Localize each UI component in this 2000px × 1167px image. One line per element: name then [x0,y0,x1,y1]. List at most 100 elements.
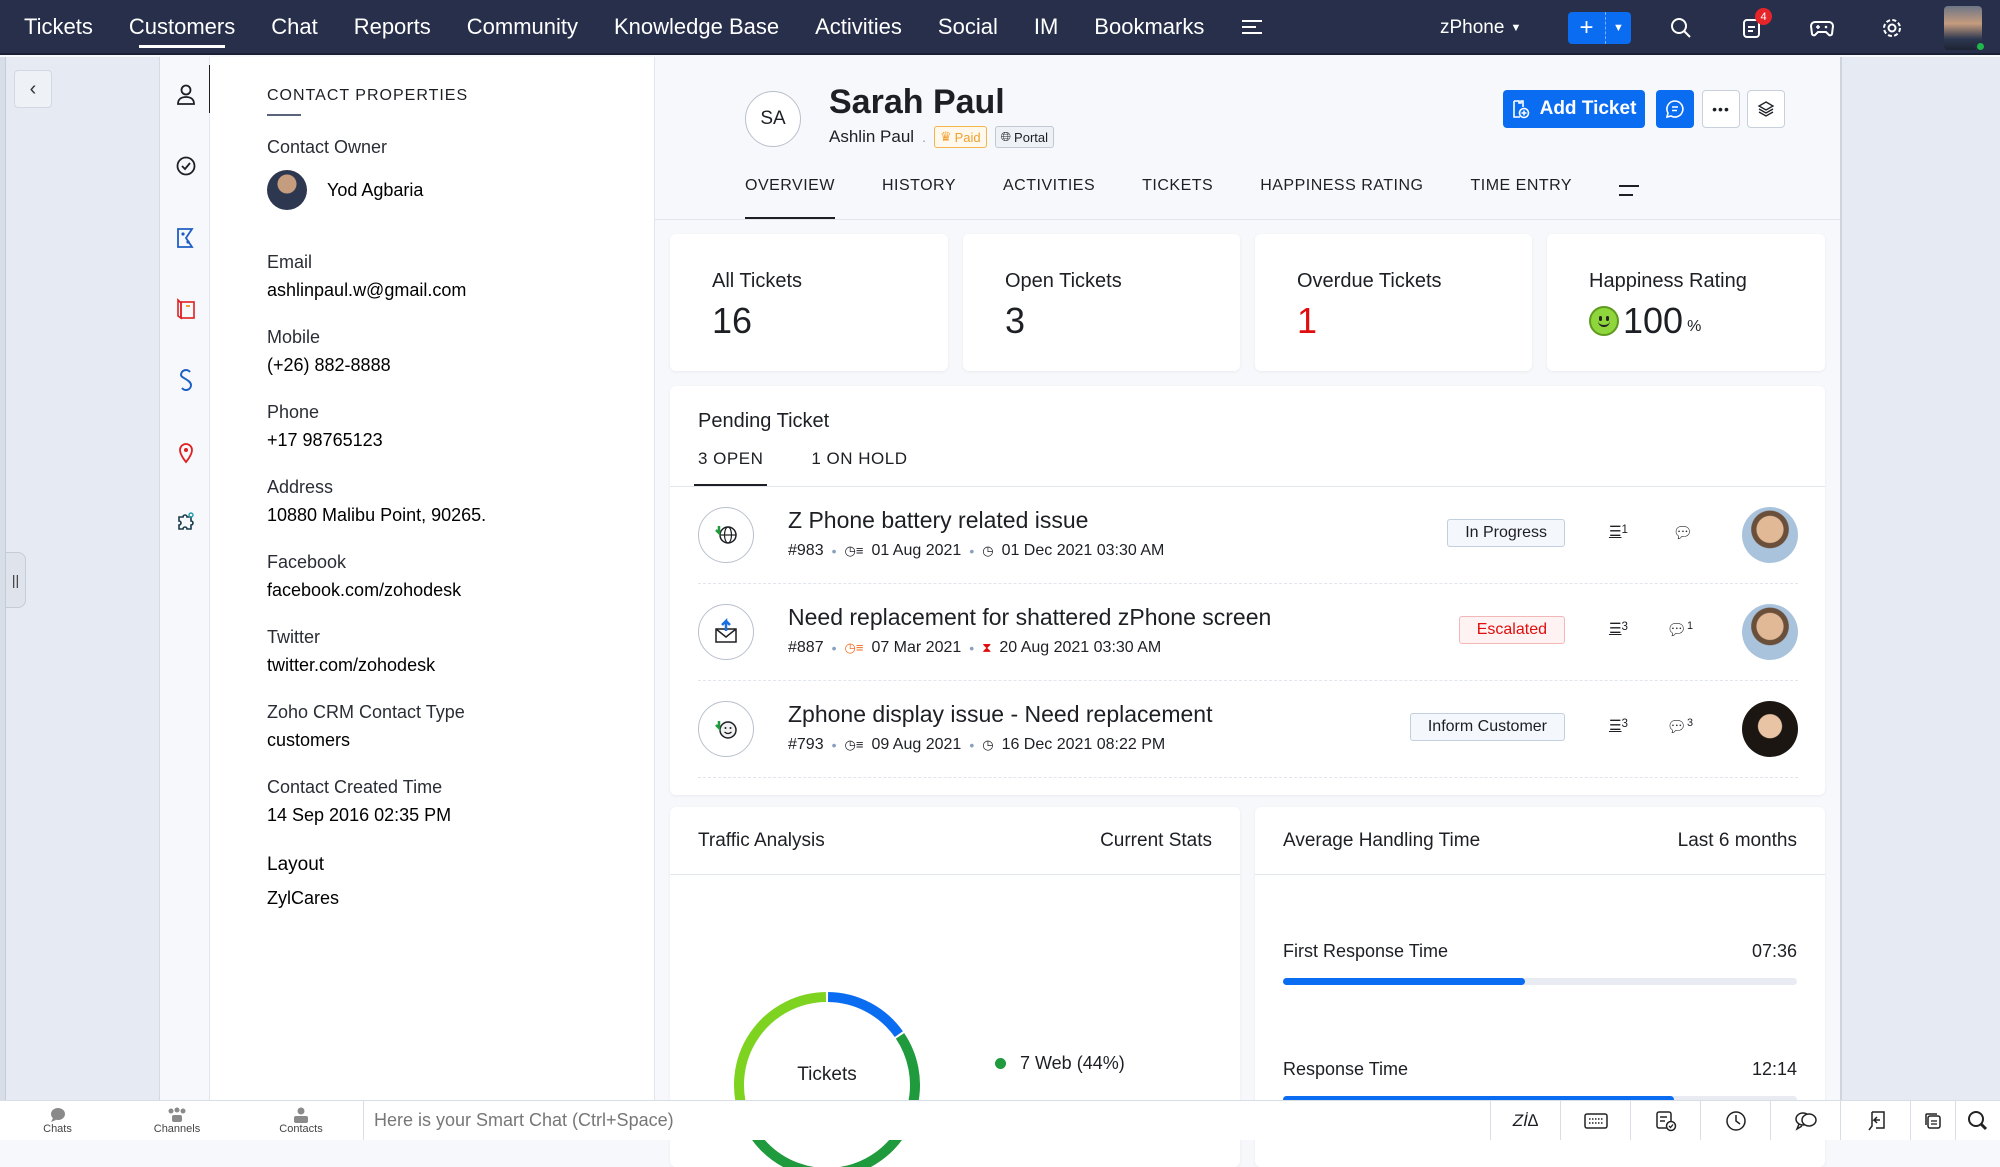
notes-stack-icon[interactable] [1910,1101,1955,1140]
location-pin-icon[interactable] [171,437,201,467]
nav-tab-chat[interactable]: Chat [253,0,335,54]
ticket-row[interactable]: Zphone display issue - Need replacement … [698,681,1798,778]
settings-icon[interactable] [1878,14,1906,42]
nav-tab-activities[interactable]: Activities [797,0,920,54]
tab-open[interactable]: 3 OPEN [693,449,768,486]
channels-button[interactable]: Channels [115,1101,239,1140]
field-value[interactable]: customers [267,730,465,751]
contacts-button[interactable]: Contacts [239,1101,363,1140]
assignee-avatar[interactable] [1742,604,1798,660]
pending-tabs: 3 OPEN 1 ON HOLD [693,449,908,486]
tasks-check-icon[interactable] [171,151,201,181]
account-name[interactable]: Ashlin Paul [829,127,914,147]
nav-tab-community[interactable]: Community [449,0,596,54]
more-tabs-menu-icon[interactable] [1619,177,1640,219]
clock-icon[interactable] [1700,1101,1770,1140]
search-icon[interactable] [1667,14,1695,42]
status-badge[interactable]: In Progress [1447,519,1565,547]
crm-integration-icon[interactable] [171,223,201,253]
conversations-icon[interactable] [1770,1101,1840,1140]
back-button[interactable]: ‹ [14,70,52,108]
department-selector[interactable]: zPhone ▼ [1440,0,1521,55]
portal-tag: 🌐︎ Portal [994,126,1055,148]
field-value[interactable]: (+26) 882-8888 [267,355,391,376]
field-value[interactable]: facebook.com/zohodesk [267,580,461,601]
field-value[interactable]: ZylCares [267,888,339,909]
due-clock-icon: ◷ [982,737,994,752]
zia-icon[interactable]: Zİ∆ [1490,1101,1560,1140]
search-icon[interactable] [1955,1101,2000,1140]
stat-card-open-tickets[interactable]: Open Tickets 3 [963,234,1240,371]
chats-button[interactable]: Chats [0,1101,115,1140]
metric-response-time: Response Time 12:14 [1283,1059,1797,1080]
tab-tickets[interactable]: TICKETS [1142,177,1213,219]
quick-add-button[interactable]: + ▼ [1568,12,1631,44]
field-value[interactable]: 10880 Malibu Point, 90265. [267,505,486,526]
task-check-icon[interactable] [1630,1101,1700,1140]
widget-period[interactable]: Last 6 months [1678,830,1797,852]
tab-time-entry[interactable]: TIME ENTRY [1470,177,1572,219]
chat-button[interactable] [1656,90,1694,128]
stat-card-overdue-tickets[interactable]: Overdue Tickets 1 [1255,234,1532,371]
nav-tab-reports[interactable]: Reports [336,0,449,54]
portal-tag-label: Portal [1014,129,1049,145]
field-value[interactable]: 14 Sep 2016 02:35 PM [267,805,451,826]
stat-card-happiness-rating[interactable]: Happiness Rating 100 % [1547,234,1825,371]
field-value[interactable]: +17 98765123 [267,430,383,451]
right-side-panel [1840,57,2000,1100]
tab-overview[interactable]: OVERVIEW [745,177,835,219]
nav-tab-knowledge-base[interactable]: Knowledge Base [596,0,797,54]
game-controller-icon[interactable] [1808,14,1836,42]
owner-name[interactable]: Yod Agbaria [327,180,423,201]
smart-chat-input[interactable]: Here is your Smart Chat (Ctrl+Space) [363,1101,1490,1140]
switch-window-icon[interactable] [1840,1101,1910,1140]
separator: • [831,543,837,559]
ticket-row[interactable]: Z Phone battery related issue #983 • ◷≡ 01… [698,487,1798,584]
add-ticket-button[interactable]: Add Ticket [1503,90,1645,128]
layers-button[interactable] [1747,90,1785,128]
nav-tab-bookmarks[interactable]: Bookmarks [1076,0,1222,54]
tab-on-hold[interactable]: 1 ON HOLD [811,449,907,479]
chevron-left-icon: ‹ [29,77,37,100]
notes-book-icon[interactable] [171,294,201,324]
integration-s-icon[interactable] [171,365,201,395]
nav-tab-tickets[interactable]: Tickets [0,0,111,54]
field-value[interactable]: twitter.com/zohodesk [267,655,435,676]
user-avatar[interactable] [1944,6,1986,52]
ticket-subject[interactable]: Z Phone battery related issue [788,507,1088,534]
ticket-row[interactable]: Need replacement for shattered zPhone sc… [698,584,1798,681]
extensions-puzzle-icon[interactable] [171,508,201,538]
contacts-icon [294,1107,308,1123]
stat-value: 16 [712,300,753,341]
donut-slice-email[interactable] [734,992,827,1117]
ticket-subject[interactable]: Zphone display issue - Need replacement [788,701,1212,728]
smiley-icon [1589,306,1619,336]
tab-happiness-rating[interactable]: HAPPINESS RATING [1260,177,1423,219]
resize-handle[interactable]: || [6,552,26,608]
more-menu-icon[interactable] [1242,19,1263,34]
notifications-icon[interactable]: 4 [1738,8,1772,42]
created-date-icon: ◷≡ [844,737,864,752]
thread-count: ☰ 1 [1609,523,1628,540]
field-value[interactable]: ashlinpaul.w@gmail.com [267,280,466,301]
nav-tab-social[interactable]: Social [920,0,1016,54]
assignee-avatar[interactable] [1742,507,1798,563]
tab-history[interactable]: HISTORY [882,177,956,219]
plus-icon[interactable]: + [1568,12,1606,44]
more-options-button[interactable]: ••• [1702,90,1740,128]
paid-tag: ♛ Paid [933,126,987,148]
tab-activities[interactable]: ACTIVITIES [1003,177,1095,219]
chevron-down-icon[interactable]: ▼ [1606,12,1631,44]
nav-tab-customers[interactable]: Customers [111,0,253,54]
separator: • [969,640,975,656]
status-badge[interactable]: Escalated [1458,616,1565,644]
ticket-subject[interactable]: Need replacement for shattered zPhone sc… [788,604,1271,631]
nav-tab-im[interactable]: IM [1016,0,1076,54]
assignee-avatar[interactable] [1742,701,1798,757]
donut-slice-other[interactable] [827,992,903,1038]
contact-properties-icon[interactable] [171,65,211,113]
stat-card-all-tickets[interactable]: All Tickets 16 [670,234,948,371]
status-badge[interactable]: Inform Customer [1409,713,1565,741]
keyboard-icon[interactable] [1560,1101,1630,1140]
legend-item-web[interactable]: 7 Web (44%) [995,1053,1125,1074]
